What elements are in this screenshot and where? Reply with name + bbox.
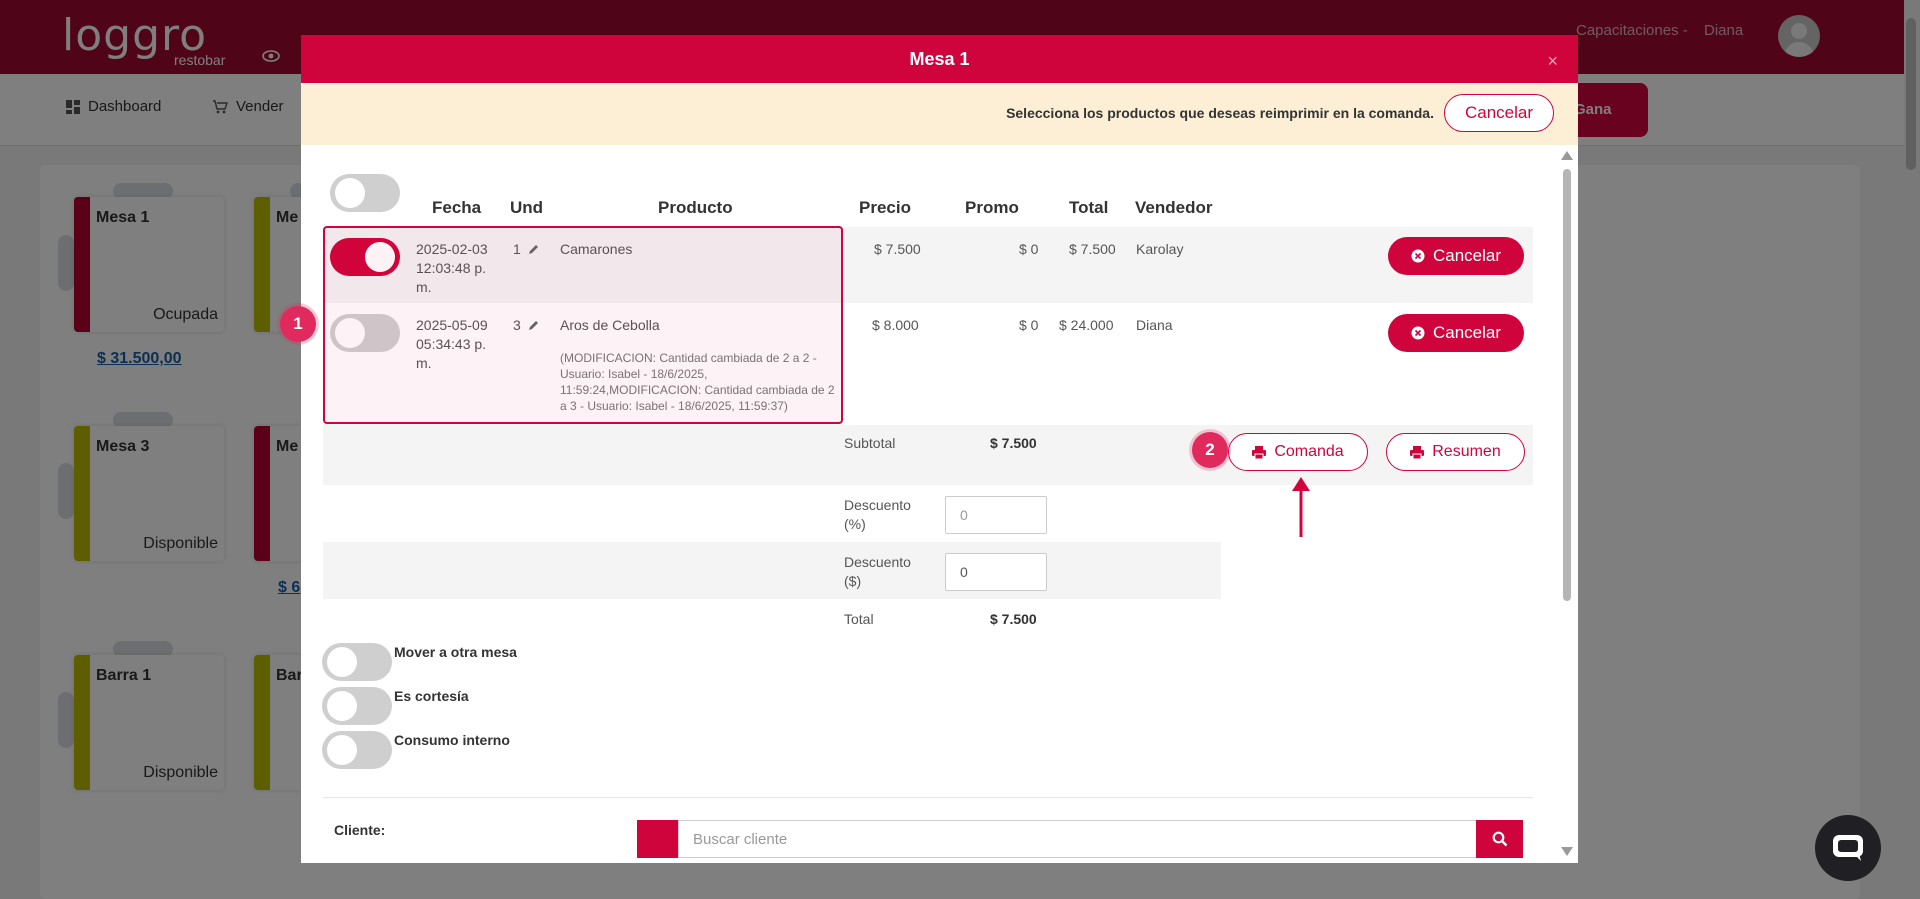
search-icon [1492, 831, 1507, 847]
col-producto: Producto [658, 198, 733, 217]
search-button[interactable] [1476, 820, 1523, 858]
reprint-notice: Selecciona los productos que deseas reim… [301, 83, 1578, 145]
total-label: Total [844, 611, 874, 627]
descuento-pct-input[interactable]: 0 [945, 496, 1047, 534]
comanda-button[interactable]: Comanda [1228, 433, 1368, 471]
cliente-label: Cliente: [334, 822, 386, 838]
mover-mesa-label: Mover a otra mesa [394, 644, 517, 660]
col-und: Und [510, 198, 544, 217]
descuento-pct-row [323, 485, 1221, 542]
comanda-label: Comanda [1274, 443, 1344, 460]
descuento-abs-row [323, 542, 1221, 599]
search-prefix [637, 820, 681, 858]
cancel-circle-icon [1411, 326, 1425, 340]
row-cancel-label: Cancelar [1432, 323, 1502, 342]
subtotal-value: $ 7.500 [990, 435, 1037, 451]
selection-highlight [323, 226, 843, 424]
cancel-circle-icon [1411, 249, 1425, 263]
table-modal: Mesa 1 × Selecciona los productos que de… [301, 35, 1578, 863]
printer-icon [1410, 445, 1425, 459]
row-precio: $ 8.000 [872, 317, 919, 333]
chat-button[interactable] [1815, 815, 1881, 881]
col-vendedor: Vendedor [1135, 198, 1213, 217]
scroll-up-arrow[interactable] [1561, 151, 1573, 160]
modal-scrollbar-thumb[interactable] [1563, 169, 1571, 601]
row-cancel-button[interactable]: Cancelar [1388, 237, 1524, 275]
col-precio: Precio [859, 198, 911, 217]
modal-header: Mesa 1 [301, 35, 1578, 83]
arrow-up-icon [1292, 477, 1310, 537]
cortesia-toggle[interactable] [322, 687, 392, 725]
descuento-abs-input[interactable]: 0 [945, 553, 1047, 591]
chat-icon [1833, 835, 1863, 861]
notice-cancel-button[interactable]: Cancelar [1444, 94, 1554, 132]
cortesia-label: Es cortesía [394, 688, 469, 704]
notice-cancel-label: Cancelar [1464, 103, 1534, 122]
col-total: Total [1069, 198, 1109, 217]
mover-mesa-toggle[interactable] [322, 643, 392, 681]
row-promo: $ 0 [1019, 317, 1039, 333]
col-fecha: Fecha [432, 198, 482, 217]
row-vendedor: Karolay [1136, 241, 1184, 257]
descuento-pct-label: Descuento (%) [844, 497, 911, 532]
resumen-label: Resumen [1432, 443, 1501, 460]
row-promo: $ 0 [1019, 241, 1039, 257]
row-cancel-button[interactable]: Cancelar [1388, 314, 1524, 352]
step-badge-2: 2 [1192, 432, 1228, 468]
select-all-toggle[interactable] [330, 174, 400, 212]
divider [323, 797, 1533, 798]
descuento-abs-label: Descuento ($) [844, 554, 911, 589]
col-promo: Promo [965, 198, 1019, 217]
scroll-down-arrow[interactable] [1561, 847, 1573, 856]
notice-text: Selecciona los productos que deseas reim… [1006, 105, 1434, 121]
close-icon[interactable]: × [1547, 51, 1558, 72]
row-vendedor: Diana [1136, 317, 1173, 333]
cliente-search-input[interactable]: Buscar cliente [678, 820, 1478, 858]
resumen-button[interactable]: Resumen [1386, 433, 1525, 471]
consumo-interno-label: Consumo interno [394, 732, 510, 748]
row-precio: $ 7.500 [874, 241, 921, 257]
subtotal-label: Subtotal [844, 435, 896, 451]
printer-icon [1252, 445, 1267, 459]
modal-title: Mesa 1 [909, 49, 970, 69]
consumo-interno-toggle[interactable] [322, 731, 392, 769]
total-value: $ 7.500 [990, 611, 1037, 627]
row-total: $ 24.000 [1059, 317, 1114, 333]
row-total: $ 7.500 [1069, 241, 1116, 257]
step-badge-1: 1 [280, 306, 316, 342]
row-cancel-label: Cancelar [1432, 246, 1502, 265]
